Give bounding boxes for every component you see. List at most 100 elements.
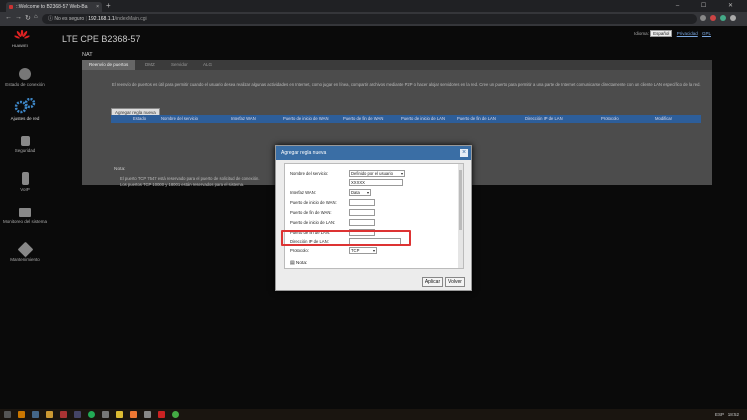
sidebar-item-label: Monitoreo del sistema — [2, 219, 48, 224]
tab-server[interactable]: Servidor — [164, 60, 195, 70]
dialog-note-label: Nota: — [295, 261, 308, 266]
url-path: /indexMain.cgi — [114, 16, 147, 22]
back-button[interactable]: ← — [5, 14, 12, 21]
tab-close-icon[interactable]: × — [96, 2, 99, 12]
tab-title: ::Welcome to B2368-57 Web-Ba — [16, 4, 88, 10]
info-icon: ⓘ — [48, 16, 54, 22]
protocol-select[interactable]: TCP — [349, 247, 377, 254]
huawei-logo-icon — [14, 30, 30, 39]
forward-button[interactable]: → — [15, 14, 22, 21]
lan-start-port-label: Puerto de inicio de LAN: — [290, 220, 336, 225]
dialog-note-title: ▤ Nota: — [290, 261, 308, 266]
star-icon[interactable] — [700, 15, 706, 21]
rules-table-header: Estado Nombre del servicio Interfaz WAN … — [111, 115, 701, 123]
firefox-icon[interactable] — [130, 411, 137, 418]
sidebar-item-network-settings[interactable]: Ajustes de red — [0, 98, 50, 121]
url-host: 192.168.1.1 — [88, 16, 115, 22]
sidebar-item-label: VoIP — [20, 187, 30, 192]
taskbar: ESP 18:52 — [0, 409, 747, 420]
sidebar-item-maintenance[interactable]: Mantenimiento — [0, 241, 50, 262]
insecure-label: No es seguro — [54, 16, 85, 22]
language-indicator[interactable]: ESP — [715, 412, 724, 417]
wan-interface-select[interactable]: Data — [349, 189, 371, 196]
tab-dmz[interactable]: DMZ — [138, 60, 162, 70]
folder-icon[interactable] — [46, 411, 53, 418]
url-input[interactable]: ⓘ No es seguro | 192.168.1.1/indexMain.c… — [42, 14, 697, 24]
extension-icon[interactable] — [720, 15, 726, 21]
app-icon[interactable] — [102, 411, 109, 418]
sidebar-item-voip[interactable]: VoIP — [0, 172, 50, 192]
huawei-favicon-icon — [9, 5, 13, 9]
sidebar-item-label: Seguridad — [14, 148, 36, 153]
column-header: Modificar — [655, 116, 672, 121]
app-icon[interactable] — [74, 411, 81, 418]
spotify-icon[interactable] — [88, 411, 95, 418]
close-icon[interactable]: × — [460, 149, 468, 157]
dialog-scrollbar[interactable] — [458, 164, 463, 268]
phone-icon — [21, 172, 29, 185]
reload-button[interactable]: ↻ — [25, 14, 31, 22]
description-text: El reenvío de puertos es útil para permi… — [112, 82, 701, 87]
dialog-title-bar: Agregar regla nueva × — [276, 146, 471, 160]
protocol-label: Protocolo: — [290, 248, 309, 253]
nat-tabs: Reenvío de puertos DMZ Servidor ALG — [82, 60, 712, 70]
column-header: Dirección IP de LAN — [525, 116, 563, 121]
scrollbar-thumb[interactable] — [459, 170, 462, 230]
sidebar-item-connection-status[interactable]: Estado de conexión — [0, 68, 50, 87]
browser-tab-bar: ::Welcome to B2368-57 Web-Ba × + – ☐ ✕ — [0, 0, 747, 12]
start-icon[interactable] — [4, 411, 11, 418]
app-icon[interactable] — [60, 411, 67, 418]
wan-interface-label: Interfaz WAN: — [290, 190, 316, 195]
app-icon[interactable] — [144, 411, 151, 418]
sidebar-item-label: Estado de conexión — [5, 82, 45, 87]
add-rule-dialog: Agregar regla nueva × Nombre del servici… — [275, 145, 472, 291]
sidebar-item-system-monitoring[interactable]: Monitoreo del sistema — [0, 208, 50, 224]
back-button[interactable]: Volver — [445, 277, 465, 287]
monitor-icon — [19, 208, 31, 217]
sidebar-item-security[interactable]: Seguridad — [0, 136, 50, 153]
gpl-link[interactable]: GPL — [702, 31, 711, 36]
tools-icon — [17, 241, 33, 258]
product-title: LTE CPE B2368-57 — [62, 34, 141, 44]
service-name-input[interactable]: XXXXX — [349, 179, 403, 186]
note-title: Nota: — [114, 167, 126, 172]
chrome-icon[interactable] — [172, 411, 179, 418]
app-icon[interactable] — [158, 411, 165, 418]
wan-end-port-label: Puerto de fin de WAN: — [290, 210, 332, 215]
lan-start-port-input[interactable] — [349, 219, 375, 226]
apply-button[interactable]: Aplicar — [422, 277, 443, 287]
dialog-form: Nombre del servicio: Definido por el usu… — [284, 163, 464, 269]
column-header: Puerto de fin de LAN — [457, 116, 496, 121]
wan-start-port-label: Puerto de inicio de WAN: — [290, 200, 337, 205]
sidebar-item-label: Ajustes de red — [10, 116, 40, 121]
privacy-link[interactable]: Privacidad — [677, 31, 698, 36]
menu-icon[interactable] — [730, 15, 736, 21]
sidebar-item-label: Mantenimiento — [10, 257, 40, 262]
app-icon[interactable] — [32, 411, 39, 418]
app-icon[interactable] — [116, 411, 123, 418]
home-button[interactable]: ⌂ — [34, 14, 38, 20]
app-icon[interactable] — [18, 411, 25, 418]
clock[interactable]: 18:52 — [728, 412, 739, 417]
globe-icon — [19, 68, 31, 80]
new-tab-button[interactable]: + — [106, 1, 111, 10]
service-name-select[interactable]: Definido por el usuario — [349, 170, 405, 177]
tab-port-forwarding[interactable]: Reenvío de puertos — [82, 60, 136, 70]
wan-end-port-input[interactable] — [349, 209, 375, 216]
language-select[interactable]: Español — [650, 30, 673, 37]
language-label: Idioma: — [634, 31, 649, 36]
column-header: Puerto de fin de WAN — [343, 116, 384, 121]
language-area: Idioma: Español Privacidad GPL — [634, 30, 711, 37]
service-name-label: Nombre del servicio: — [290, 171, 329, 176]
section-title: NAT — [82, 52, 93, 58]
window-controls[interactable]: – ☐ ✕ — [676, 0, 743, 12]
column-header: Puerto de inicio de WAN — [283, 116, 329, 121]
extension-icon[interactable] — [710, 15, 716, 21]
column-header: Interfaz WAN — [231, 116, 256, 121]
column-header: Estado — [133, 116, 147, 121]
address-bar-row: ← → ↻ ⌂ ⓘ No es seguro | 192.168.1.1/ind… — [0, 12, 747, 26]
logo-text: HUAWEI — [12, 43, 28, 48]
wan-start-port-input[interactable] — [349, 199, 375, 206]
browser-tab[interactable]: ::Welcome to B2368-57 Web-Ba × — [6, 2, 102, 12]
tab-alg[interactable]: ALG — [196, 60, 219, 70]
